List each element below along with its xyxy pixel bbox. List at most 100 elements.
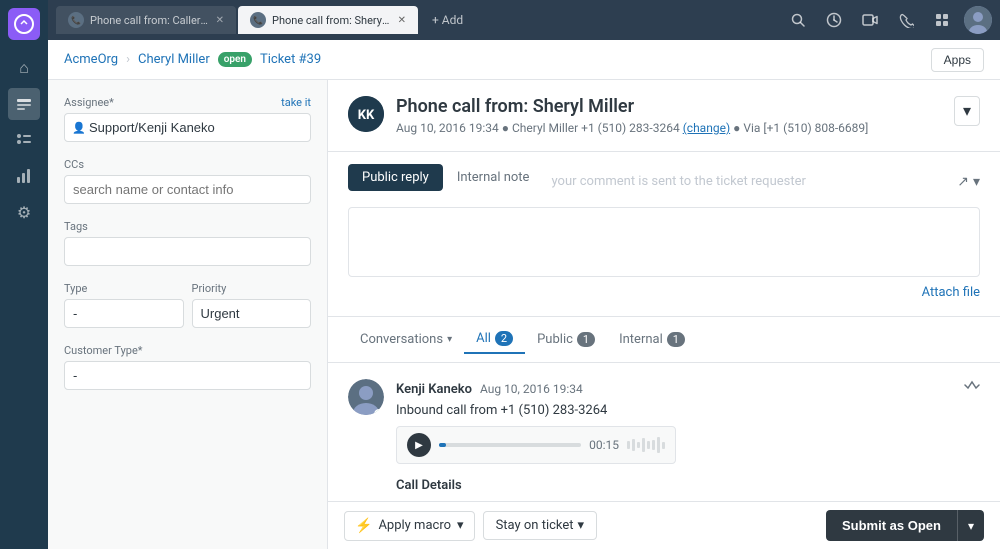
bar-3 bbox=[637, 442, 640, 448]
grid-button[interactable] bbox=[928, 6, 956, 34]
ticket-via: Via [+1 (510) 808-6689] bbox=[743, 121, 868, 135]
apps-button[interactable]: Apps bbox=[931, 48, 984, 72]
reply-toolbar-right: ↗ ▾ bbox=[957, 174, 980, 190]
home-icon[interactable]: ⌂ bbox=[8, 52, 40, 84]
conversations-filter[interactable]: Conversations ▾ bbox=[348, 326, 464, 353]
ticket-header-actions: ▾ bbox=[954, 96, 980, 126]
breadcrumb-ticket[interactable]: Ticket #39 bbox=[260, 52, 321, 67]
ticket-dropdown-button[interactable]: ▾ bbox=[954, 96, 980, 126]
attach-file-area: Attach file bbox=[348, 281, 980, 304]
app-logo[interactable] bbox=[8, 8, 40, 40]
ticket-info: Phone call from: Sheryl Miller Aug 10, 2… bbox=[396, 96, 942, 135]
settings-icon[interactable]: ⚙ bbox=[8, 196, 40, 228]
type-select[interactable]: - bbox=[64, 299, 184, 328]
play-button[interactable]: ▶ bbox=[407, 433, 431, 457]
reply-textarea[interactable] bbox=[348, 207, 980, 277]
tab-2-close[interactable]: ✕ bbox=[398, 15, 406, 26]
bar-6 bbox=[652, 440, 655, 450]
message-1-time: Aug 10, 2016 19:34 bbox=[480, 382, 583, 396]
message-1-content: Kenji Kaneko Aug 10, 2016 19:34 Inbound … bbox=[396, 379, 980, 501]
message-1-actions[interactable] bbox=[964, 379, 980, 399]
tab-2-label: Phone call from: Sheryl Miller bbox=[272, 14, 392, 27]
tab-1-icon: 📞 bbox=[68, 12, 84, 28]
customer-type-select[interactable]: - bbox=[64, 361, 311, 390]
ticket-change-link[interactable]: (change) bbox=[683, 121, 730, 135]
phone-button[interactable] bbox=[892, 6, 920, 34]
macro-select[interactable]: ⚡ Apply macro ▾ bbox=[344, 511, 475, 541]
priority-select[interactable]: Urgent bbox=[192, 299, 312, 328]
macro-chevron: ▾ bbox=[457, 518, 464, 533]
tab-2-icon: 📞 bbox=[250, 12, 266, 28]
reply-dropdown-icon[interactable]: ▾ bbox=[973, 174, 980, 190]
bar-5 bbox=[647, 441, 650, 449]
submit-group: Submit as Open ▾ bbox=[826, 510, 984, 541]
submit-dropdown-button[interactable]: ▾ bbox=[957, 510, 984, 541]
priority-field-group: Priority Urgent bbox=[192, 282, 312, 328]
ticket-avatar: KK bbox=[348, 96, 384, 132]
user-icon: 👤 bbox=[72, 121, 86, 134]
internal-note-tab[interactable]: Internal note bbox=[443, 164, 544, 191]
audio-waveform bbox=[627, 437, 665, 453]
stay-on-ticket-button[interactable]: Stay on ticket ▾ bbox=[483, 511, 598, 540]
list-icon[interactable] bbox=[8, 124, 40, 156]
public-filter[interactable]: Public 1 bbox=[525, 326, 607, 353]
tags-field-group: Tags bbox=[64, 220, 311, 266]
bar-8 bbox=[662, 442, 665, 449]
messages-area: Kenji Kaneko Aug 10, 2016 19:34 Inbound … bbox=[328, 363, 1000, 501]
tab-1[interactable]: 📞 Phone call from: Caller +1 (510... ✕ bbox=[56, 6, 236, 34]
assignee-field-group: Assignee* take it 👤 bbox=[64, 96, 311, 142]
breadcrumb-bar: AcmeOrg › Cheryl Miller open Ticket #39 … bbox=[48, 40, 1000, 80]
chart-icon[interactable] bbox=[8, 160, 40, 192]
clock-button[interactable] bbox=[820, 6, 848, 34]
ticket-icon[interactable] bbox=[8, 88, 40, 120]
bar-4 bbox=[642, 438, 645, 452]
customer-type-field-group: Customer Type* - bbox=[64, 344, 311, 390]
tab-1-close[interactable]: ✕ bbox=[216, 15, 224, 26]
attach-file-link[interactable]: Attach file bbox=[922, 285, 980, 300]
customer-type-label: Customer Type* bbox=[64, 344, 311, 357]
ccs-input[interactable] bbox=[64, 175, 311, 204]
right-panel: KK Phone call from: Sheryl Miller Aug 10… bbox=[328, 80, 1000, 549]
take-it-link[interactable]: take it bbox=[281, 96, 311, 109]
breadcrumb-sep-1: › bbox=[126, 52, 130, 67]
public-reply-tab[interactable]: Public reply bbox=[348, 164, 443, 191]
user-avatar[interactable] bbox=[964, 6, 992, 34]
add-tab-label: + Add bbox=[432, 13, 463, 27]
search-button[interactable] bbox=[784, 6, 812, 34]
message-1-header: Kenji Kaneko Aug 10, 2016 19:34 bbox=[396, 379, 980, 399]
ticket-date: Aug 10, 2016 19:34 bbox=[396, 121, 499, 135]
message-1-avatar bbox=[348, 379, 384, 415]
internal-badge: 1 bbox=[667, 332, 685, 347]
call-details-title: Call Details bbox=[396, 474, 980, 497]
reply-format-icon[interactable]: ↗ bbox=[957, 174, 969, 190]
internal-filter[interactable]: Internal 1 bbox=[607, 326, 697, 353]
assignee-input[interactable] bbox=[64, 113, 311, 142]
video-button[interactable] bbox=[856, 6, 884, 34]
all-filter[interactable]: All 2 bbox=[464, 325, 525, 354]
public-badge: 1 bbox=[577, 332, 595, 347]
tab-2[interactable]: 📞 Phone call from: Sheryl Miller ✕ bbox=[238, 6, 418, 34]
message-1: Kenji Kaneko Aug 10, 2016 19:34 Inbound … bbox=[348, 379, 980, 501]
tabs-bar: 📞 Phone call from: Caller +1 (510... ✕ 📞… bbox=[48, 0, 1000, 40]
bottom-bar: ⚡ Apply macro ▾ Stay on ticket ▾ Submit … bbox=[328, 501, 1000, 549]
online-indicator bbox=[374, 409, 384, 415]
ccs-field-group: CCs bbox=[64, 158, 311, 204]
tags-input[interactable] bbox=[64, 237, 311, 266]
stay-label: Stay on ticket bbox=[496, 518, 574, 533]
breadcrumb-org[interactable]: AcmeOrg bbox=[64, 52, 118, 67]
macro-label: Apply macro bbox=[378, 518, 451, 533]
ticket-caller: Cheryl Miller +1 (510) 283-3264 bbox=[512, 121, 680, 135]
conversations-label: Conversations bbox=[360, 332, 443, 347]
reply-placeholder: your comment is sent to the ticket reque… bbox=[543, 174, 813, 189]
stay-chevron: ▾ bbox=[578, 518, 585, 533]
add-tab-button[interactable]: + Add bbox=[420, 7, 475, 33]
tab-1-label: Phone call from: Caller +1 (510... bbox=[90, 14, 210, 27]
internal-label: Internal bbox=[619, 332, 663, 347]
submit-button[interactable]: Submit as Open bbox=[826, 510, 957, 541]
audio-progress[interactable] bbox=[439, 443, 581, 447]
breadcrumb-contact[interactable]: Cheryl Miller bbox=[138, 52, 210, 67]
audio-fill bbox=[439, 443, 446, 447]
assignee-input-wrap: 👤 bbox=[64, 113, 311, 142]
ticket-meta: Aug 10, 2016 19:34 ● Cheryl Miller +1 (5… bbox=[396, 121, 942, 135]
reply-area: Public reply Internal note your comment … bbox=[328, 152, 1000, 317]
